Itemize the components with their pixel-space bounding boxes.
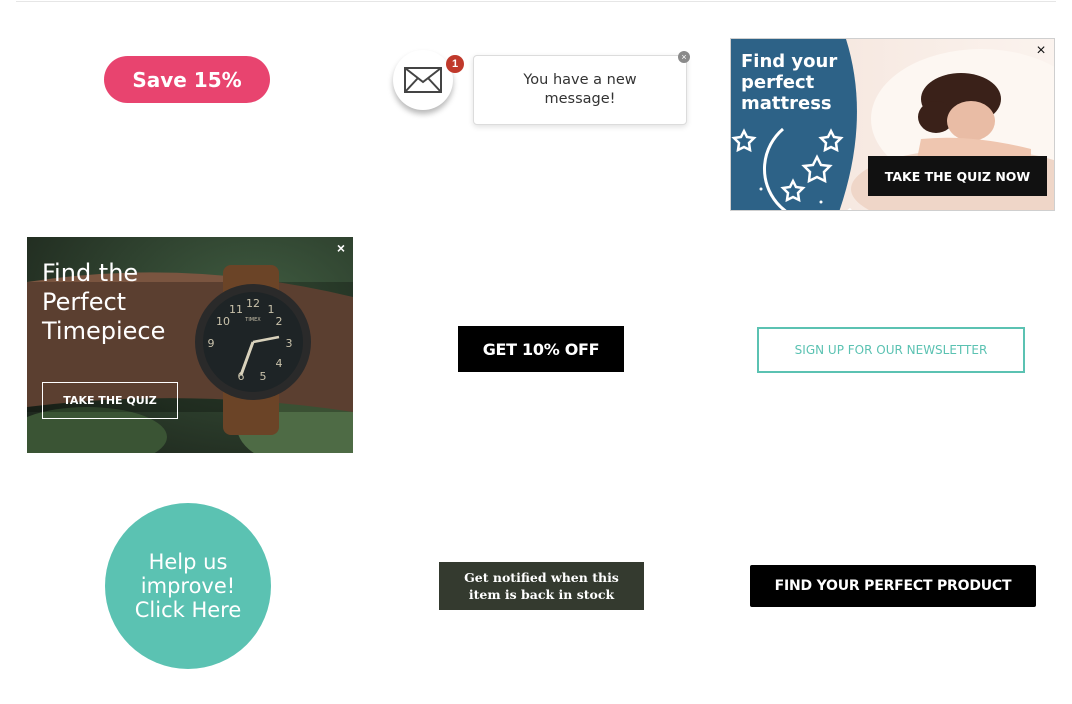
mattress-close-icon[interactable]: × — [1033, 43, 1049, 59]
svg-text:12: 12 — [246, 297, 260, 310]
svg-text:2: 2 — [276, 315, 283, 328]
save-15-button[interactable]: Save 15% — [104, 56, 270, 103]
watch-title: Find the Perfect Timepiece — [42, 259, 166, 345]
back-in-stock-button[interactable]: Get notified when this item is back in s… — [439, 562, 644, 610]
back-in-stock-label: Get notified when this item is back in s… — [464, 570, 619, 602]
envelope-icon — [404, 67, 442, 93]
newsletter-signup-button[interactable]: SIGN UP FOR OUR NEWSLETTER — [757, 327, 1025, 373]
mattress-title: Find your perfect mattress — [741, 51, 838, 114]
message-close-icon[interactable]: × — [678, 51, 690, 63]
notification-badge: 1 — [446, 55, 464, 73]
svg-text:11: 11 — [229, 303, 243, 316]
svg-text:1: 1 — [268, 303, 275, 316]
timepiece-quiz-banner: 12 2 3 4 5 6 9 10 11 1 TIMEX Find the Pe… — [27, 237, 353, 453]
watch-close-icon[interactable]: × — [334, 241, 348, 255]
svg-text:TIMEX: TIMEX — [244, 317, 261, 323]
mattress-quiz-banner: Find your perfect mattress TAKE THE QUIZ… — [730, 38, 1055, 211]
svg-text:9: 9 — [208, 337, 215, 350]
svg-text:4: 4 — [276, 357, 283, 370]
take-the-quiz-button[interactable]: TAKE THE QUIZ — [42, 382, 178, 419]
get-10-off-button[interactable]: GET 10% OFF — [458, 326, 624, 372]
feedback-circle-button[interactable]: Help us improve! Click Here — [105, 503, 271, 669]
feedback-label: Help us improve! Click Here — [134, 550, 242, 622]
svg-text:10: 10 — [216, 315, 230, 328]
find-perfect-product-button[interactable]: FIND YOUR PERFECT PRODUCT — [750, 565, 1036, 607]
message-icon-button[interactable] — [393, 50, 453, 110]
svg-text:5: 5 — [260, 370, 267, 383]
svg-text:3: 3 — [286, 337, 293, 350]
take-the-quiz-now-button[interactable]: TAKE THE QUIZ NOW — [868, 156, 1047, 196]
message-bubble[interactable]: You have a new message! — [473, 55, 687, 125]
message-text: You have a new message! — [523, 72, 637, 107]
top-divider — [16, 1, 1056, 2]
